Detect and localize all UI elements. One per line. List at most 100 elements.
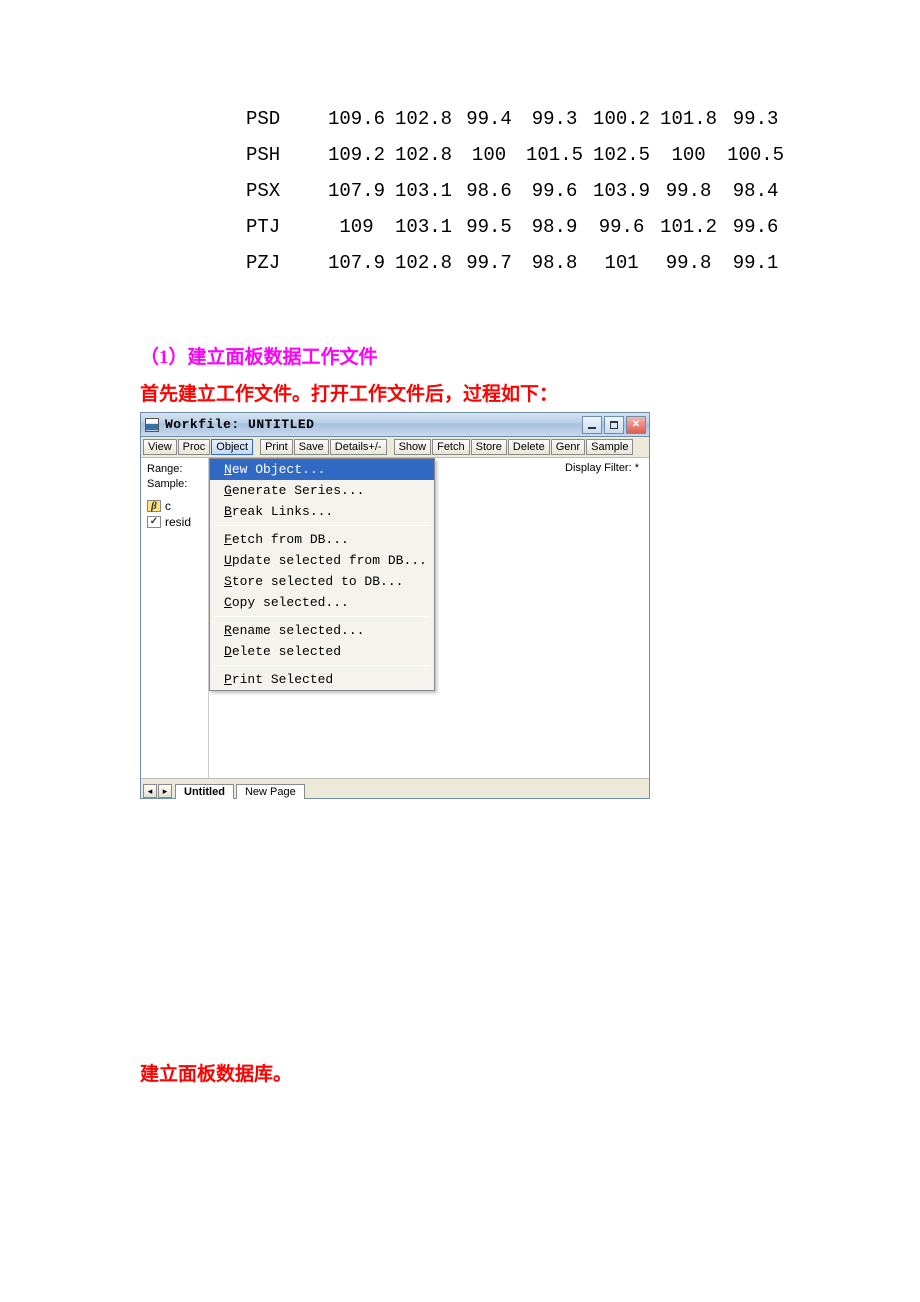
cell: 103.1 [391, 174, 456, 208]
table-row: PZJ107.9102.899.798.810199.899.1 [242, 246, 788, 280]
cell: 98.4 [723, 174, 788, 208]
cell: 99.8 [656, 246, 721, 280]
toolbar-btn-delete[interactable]: Delete [508, 439, 550, 455]
maximize-button[interactable] [604, 416, 624, 434]
object-label: resid [165, 514, 191, 530]
section-heading: （1）建立面板数据工作文件 [140, 342, 850, 369]
cell: 107.9 [324, 246, 389, 280]
close-button[interactable]: ✕ [626, 416, 646, 434]
toolbar-btn-fetch[interactable]: Fetch [432, 439, 470, 455]
menu-item[interactable]: Fetch from DB... [210, 529, 434, 550]
left-panel: Range: Sample: βc✓resid [141, 458, 209, 778]
menu-separator [214, 665, 430, 666]
toolbar-btn-show[interactable]: Show [394, 439, 432, 455]
table-row: PSD109.6102.899.499.3100.2101.899.3 [242, 102, 788, 136]
cell: 102.8 [391, 102, 456, 136]
cell: 103.1 [391, 210, 456, 244]
object-context-menu[interactable]: New Object...Generate Series...Break Lin… [209, 458, 435, 691]
menu-item[interactable]: Rename selected... [210, 620, 434, 641]
cell: 100.2 [589, 102, 654, 136]
menu-item[interactable]: Generate Series... [210, 480, 434, 501]
table-row: PTJ109103.199.598.999.6101.299.6 [242, 210, 788, 244]
series-icon: ✓ [147, 516, 161, 528]
row-label: PZJ [242, 246, 322, 280]
row-label: PSX [242, 174, 322, 208]
cell: 99.3 [723, 102, 788, 136]
client-area: Range: Sample: βc✓resid Display Filter: … [141, 458, 649, 778]
menu-item[interactable]: Break Links... [210, 501, 434, 522]
cell: 99.3 [522, 102, 587, 136]
cell: 100 [656, 138, 721, 172]
menu-item[interactable]: New Object... [210, 459, 434, 480]
price-table: PSD109.6102.899.499.3100.2101.899.3PSH10… [240, 100, 790, 282]
menu-item[interactable]: Store selected to DB... [210, 571, 434, 592]
cell: 99.6 [723, 210, 788, 244]
cell: 102.5 [589, 138, 654, 172]
cell: 100 [458, 138, 520, 172]
cell: 99.1 [723, 246, 788, 280]
tab-new-page[interactable]: New Page [236, 784, 305, 799]
tab-next-button[interactable]: ▸ [158, 784, 172, 798]
cell: 103.9 [589, 174, 654, 208]
cell: 98.6 [458, 174, 520, 208]
row-label: PTJ [242, 210, 322, 244]
cell: 98.9 [522, 210, 587, 244]
menu-separator [214, 616, 430, 617]
cell: 100.5 [723, 138, 788, 172]
row-label: PSD [242, 102, 322, 136]
cell: 101.8 [656, 102, 721, 136]
filter-rule [441, 480, 643, 481]
toolbar-btn-store[interactable]: Store [471, 439, 507, 455]
toolbar: ViewProcObject PrintSaveDetails+/- ShowF… [141, 437, 649, 458]
toolbar-btn-genr[interactable]: Genr [551, 439, 585, 455]
cell: 109.6 [324, 102, 389, 136]
menu-item[interactable]: Copy selected... [210, 592, 434, 613]
cell: 109 [324, 210, 389, 244]
menu-separator [214, 525, 430, 526]
object-label: c [165, 498, 171, 514]
workfile-window: Workfile: UNTITLED ✕ ViewProcObject Prin… [140, 412, 650, 799]
window-title: Workfile: UNTITLED [165, 417, 582, 432]
titlebar[interactable]: Workfile: UNTITLED ✕ [141, 413, 649, 437]
row-label: PSH [242, 138, 322, 172]
display-filter: Display Filter: * [565, 462, 639, 474]
app-icon [145, 418, 159, 432]
tab-prev-button[interactable]: ◂ [143, 784, 157, 798]
cell: 99.6 [589, 210, 654, 244]
tab-active[interactable]: Untitled [175, 784, 234, 799]
cell: 98.8 [522, 246, 587, 280]
toolbar-btn-view[interactable]: View [143, 439, 177, 455]
toolbar-btn-object[interactable]: Object [211, 439, 253, 455]
toolbar-btn-proc[interactable]: Proc [178, 439, 211, 455]
cell: 107.9 [324, 174, 389, 208]
cell: 99.8 [656, 174, 721, 208]
object-item[interactable]: ✓ resid [147, 514, 208, 530]
cell: 102.8 [391, 138, 456, 172]
menu-item[interactable]: Print Selected [210, 669, 434, 690]
page-tabs: ◂ ▸ Untitled New Page [141, 778, 649, 798]
toolbar-btn-save[interactable]: Save [294, 439, 329, 455]
toolbar-btn-print[interactable]: Print [260, 439, 293, 455]
step2-text: 建立面板数据库。 [140, 1059, 850, 1086]
cell: 99.5 [458, 210, 520, 244]
cell: 101.5 [522, 138, 587, 172]
menu-item[interactable]: Delete selected [210, 641, 434, 662]
sample-label: Sample: [147, 477, 208, 492]
cell: 101 [589, 246, 654, 280]
menu-item[interactable]: Update selected from DB... [210, 550, 434, 571]
document-page: PSD109.6102.899.499.3100.2101.899.3PSH10… [0, 0, 920, 1136]
toolbar-btn-sample[interactable]: Sample [586, 439, 633, 455]
minimize-button[interactable] [582, 416, 602, 434]
table-row: PSH109.2102.8100101.5102.5100100.5 [242, 138, 788, 172]
cell: 99.6 [522, 174, 587, 208]
coef-icon: β [147, 500, 161, 512]
step-text: 首先建立工作文件。打开工作文件后，过程如下： [140, 379, 850, 406]
cell: 101.2 [656, 210, 721, 244]
toolbar-btn-details[interactable]: Details+/- [330, 439, 387, 455]
cell: 99.4 [458, 102, 520, 136]
cell: 99.7 [458, 246, 520, 280]
object-item[interactable]: βc [147, 498, 208, 514]
cell: 109.2 [324, 138, 389, 172]
table-row: PSX107.9103.198.699.6103.999.898.4 [242, 174, 788, 208]
cell: 102.8 [391, 246, 456, 280]
